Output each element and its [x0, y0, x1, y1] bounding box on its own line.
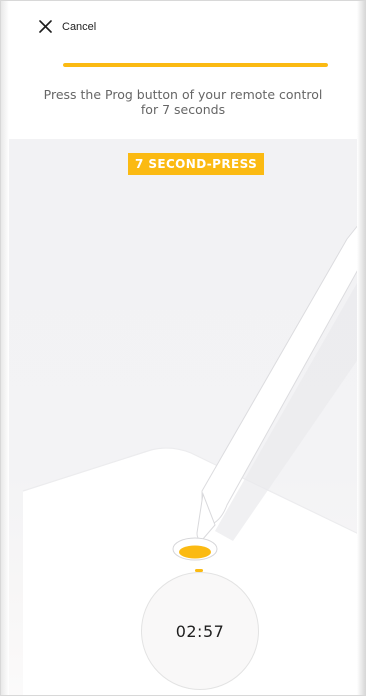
edge-shade-left — [1, 1, 9, 695]
countdown-timer: 02:57 — [175, 621, 225, 641]
screen: Cancel Press the Prog button of your rem… — [0, 0, 366, 696]
prog-button-graphic — [172, 537, 218, 561]
cancel-button[interactable]: Cancel — [39, 20, 96, 33]
edge-shade-right — [357, 1, 365, 695]
press-duration-badge: 7 SECOND-PRESS — [128, 153, 265, 175]
cancel-label: Cancel — [62, 20, 97, 33]
progress-bar — [63, 63, 328, 67]
header: Cancel Press the Prog button of your rem… — [1, 1, 365, 139]
instruction-text: Press the Prog button of your remote con… — [43, 87, 323, 117]
close-icon — [39, 20, 52, 33]
progress-fill — [63, 63, 328, 67]
